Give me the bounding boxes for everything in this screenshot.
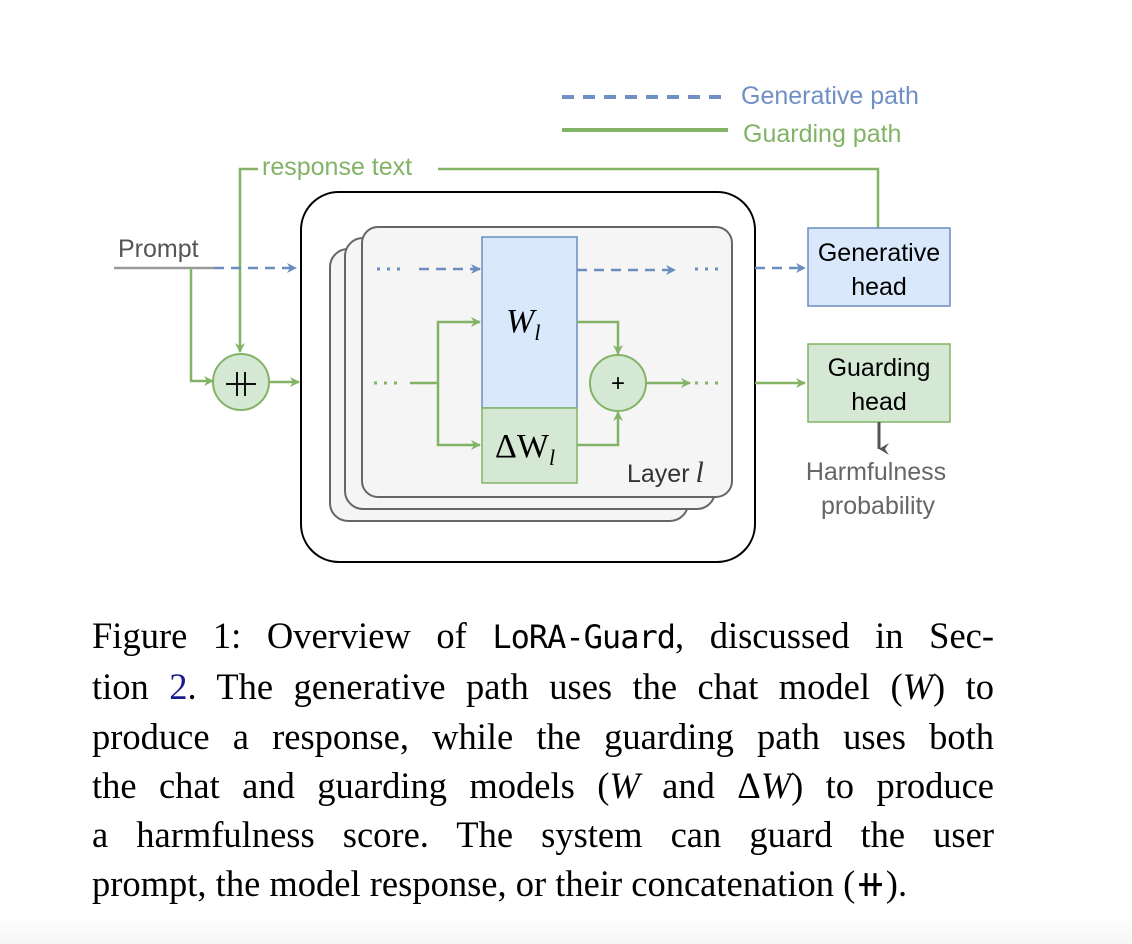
guarding-head: Guarding head [807, 343, 951, 423]
svg-text:Guarding: Guarding [828, 354, 931, 382]
svg-text:ΔWl: ΔWl [495, 428, 555, 470]
weight-delta-block: ΔWl [481, 407, 578, 484]
response-text-label: response text [262, 153, 412, 181]
harmfulness-output: Harmfulness probability [806, 458, 946, 520]
svg-text:head: head [851, 388, 907, 416]
weight-w-block: Wl [481, 236, 578, 409]
caption-line-4: the chat and guarding models (W and ΔW) … [92, 764, 994, 806]
figure-caption: Figure 1: Overview of LoRA-Guard, discus… [92, 611, 994, 909]
generative-head: Generative head [807, 227, 951, 307]
caption-line-6: prompt, the model response, or their con… [92, 863, 908, 905]
section-ref-link[interactable]: 2 [169, 666, 187, 707]
svg-text:Harmfulness: Harmfulness [806, 458, 946, 486]
legend-guarding-label: Guarding path [743, 120, 901, 148]
svg-text:Generative: Generative [818, 239, 940, 267]
caption-line-5: a harmfulness score. The system can guar… [92, 814, 994, 856]
legend-generative-label: Generative path [741, 82, 919, 110]
caption-line-3: produce a response, while the guarding p… [92, 715, 994, 757]
svg-text:+: + [611, 370, 625, 397]
svg-text:probability: probability [821, 492, 935, 520]
lora-guard-diagram: Generative path Guarding path response t… [114, 82, 951, 563]
caption-line-1: Figure 1: Overview of LoRA-Guard, discus… [92, 615, 994, 656]
concatenation-node [212, 353, 300, 411]
svg-text:head: head [851, 273, 907, 301]
lora-guard-code: LoRA-Guard [492, 618, 676, 656]
legend: Generative path Guarding path [562, 82, 919, 148]
caption-line-2: tion 2. The generative path uses the cha… [92, 666, 994, 708]
prompt-label: Prompt [118, 235, 199, 263]
prompt-input: Prompt [114, 235, 297, 386]
